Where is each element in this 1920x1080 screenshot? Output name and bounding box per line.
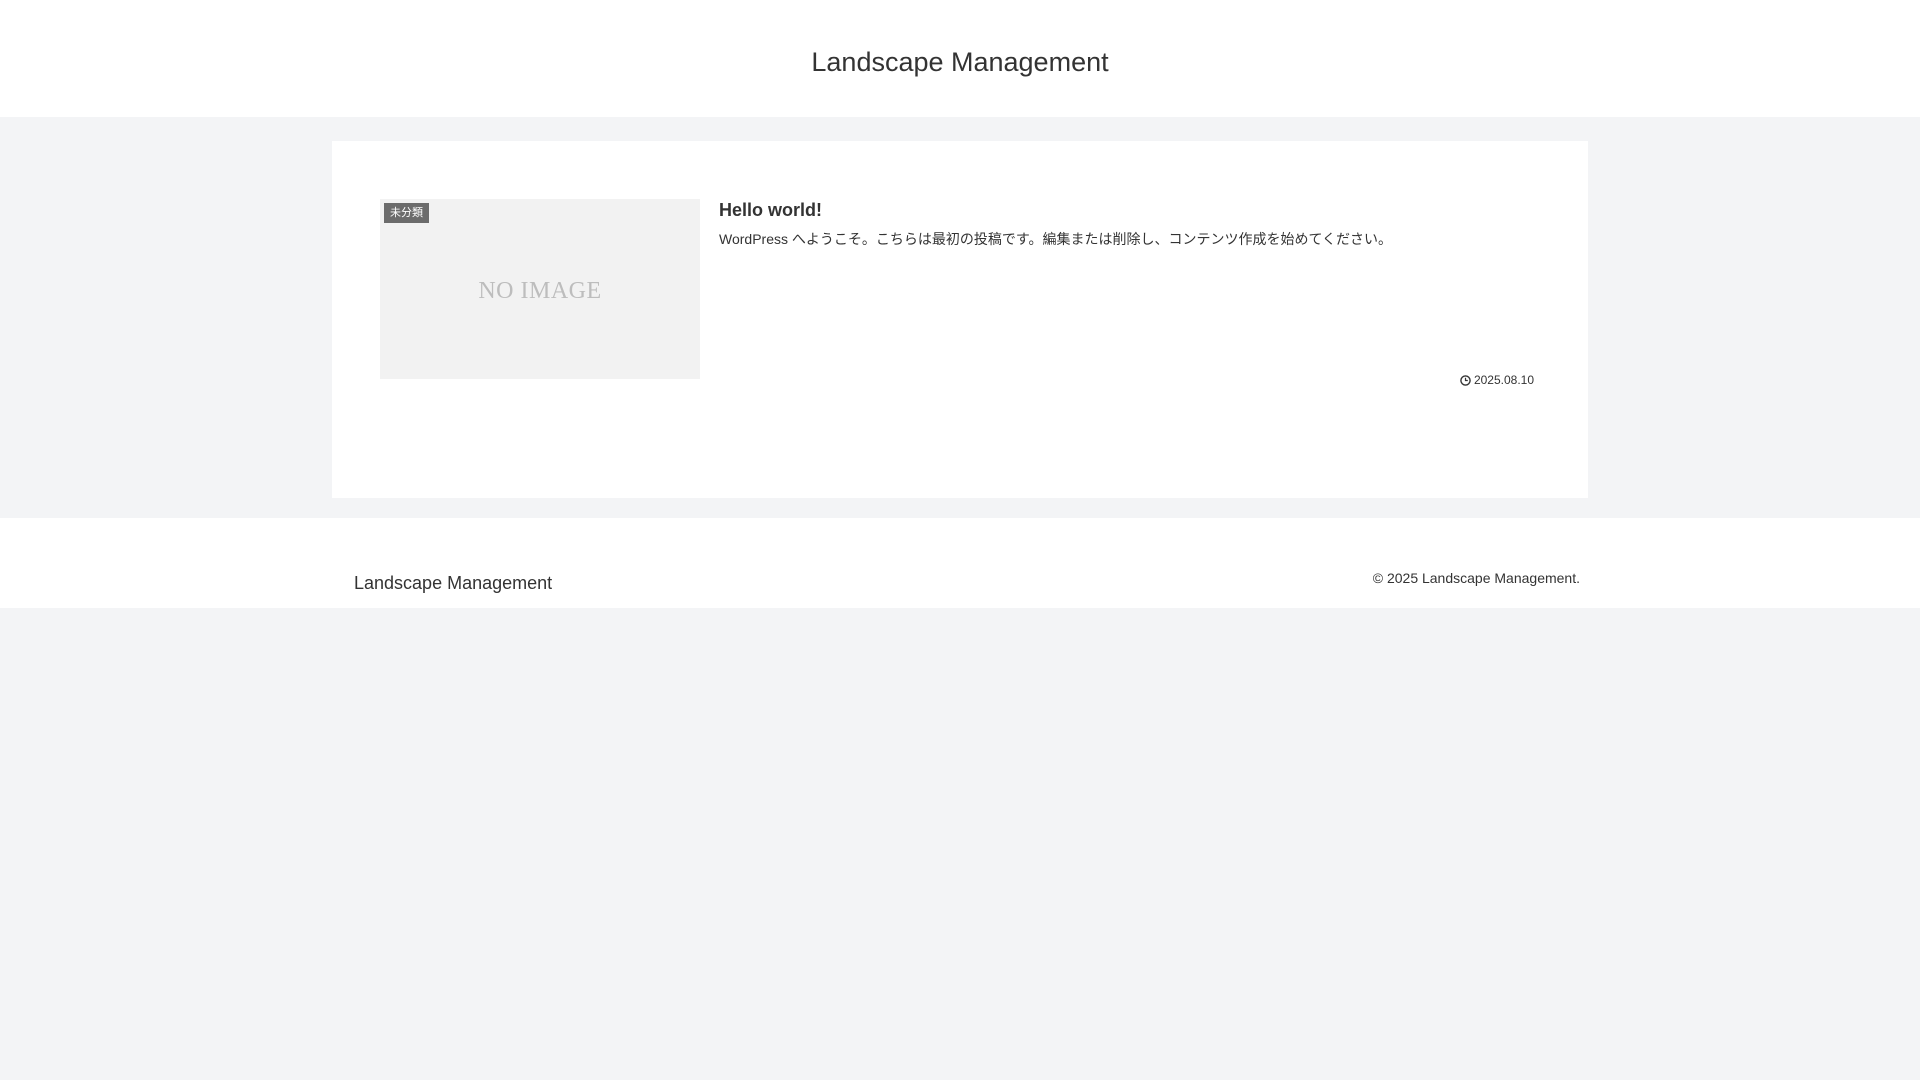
entry-date-text: 2025.08.10 bbox=[1473, 373, 1534, 387]
entry-title[interactable]: Hello world! bbox=[719, 199, 822, 221]
site-footer: Landscape Management © 2025 Landscape Ma… bbox=[0, 518, 1920, 608]
entry-snippet: WordPress へようこそ。こちらは最初の投稿です。編集または削除し、コンテ… bbox=[719, 231, 1393, 247]
footer-site-title-link[interactable]: Landscape Management bbox=[354, 572, 552, 594]
entry-thumbnail[interactable]: NO IMAGE 未分類 bbox=[380, 199, 700, 379]
category-label: 未分類 bbox=[384, 203, 429, 223]
site-header: Landscape Management bbox=[0, 0, 1920, 117]
entry-card[interactable]: NO IMAGE 未分類 Hello world! WordPress へようこ… bbox=[380, 199, 1534, 393]
clock-icon bbox=[1460, 374, 1471, 386]
no-image-placeholder: NO IMAGE bbox=[478, 278, 602, 304]
site-title-link[interactable]: Landscape Management bbox=[0, 44, 1920, 80]
entry-date: 2025.08.10 bbox=[1460, 372, 1534, 388]
copyright-text: © 2025 Landscape Management. bbox=[1372, 570, 1580, 586]
